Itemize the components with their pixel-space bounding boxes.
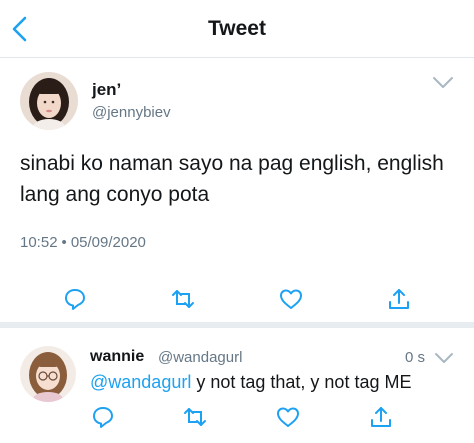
heart-icon — [280, 289, 302, 309]
chevron-down-icon — [433, 77, 453, 88]
reply-author-handle[interactable]: @wandagurl — [158, 349, 242, 366]
reply-avatar[interactable] — [20, 346, 76, 402]
like-button[interactable] — [278, 286, 304, 312]
reply-body: y not tag that, y not tag ME — [191, 372, 412, 392]
reply-icon — [65, 289, 85, 310]
chevron-down-icon — [435, 353, 453, 363]
share-button[interactable] — [386, 286, 412, 312]
avatar[interactable] — [20, 72, 78, 130]
meta-separator: • — [61, 234, 67, 251]
share-icon — [389, 289, 409, 309]
author-handle[interactable]: @jennybiev — [92, 104, 171, 121]
tweet-timestamp: 10:52 • 05/09/2020 — [20, 234, 146, 251]
more-options-button[interactable] — [432, 76, 454, 90]
retweet-button[interactable] — [170, 286, 196, 312]
heart-icon — [277, 407, 299, 427]
mention-link[interactable]: @wandagurl — [90, 372, 191, 392]
top-bar: Tweet — [0, 0, 474, 58]
tweet-actions — [0, 286, 474, 312]
reply-reply-button[interactable] — [90, 404, 116, 430]
avatar-photo — [20, 72, 78, 130]
reply-retweet-button[interactable] — [182, 404, 208, 430]
reply-share-button[interactable] — [368, 404, 394, 430]
share-icon — [371, 407, 391, 427]
tweet-date: 05/09/2020 — [70, 234, 146, 251]
reply-like-button[interactable] — [275, 404, 301, 430]
reply-tweet[interactable]: wannie @wandagurl 0 s @wandagurl y not t… — [0, 334, 474, 443]
retweet-icon — [184, 408, 206, 426]
retweet-icon — [172, 290, 194, 308]
main-tweet: jen’ @jennybiev sinabi ko naman sayo na … — [0, 58, 474, 328]
page-title: Tweet — [208, 17, 266, 40]
tweet-time: 10:52 — [20, 234, 58, 251]
reply-avatar-photo — [20, 346, 76, 402]
reply-author-name[interactable]: wannie — [90, 348, 144, 366]
reply-more-options-button[interactable] — [434, 352, 454, 365]
reply-icon — [93, 407, 113, 428]
reply-text: @wandagurl y not tag that, y not tag ME — [90, 372, 411, 393]
tweet-text: sinabi ko naman sayo na pag english, eng… — [20, 152, 444, 206]
author-name[interactable]: jen’ — [92, 80, 121, 100]
reply-button[interactable] — [62, 286, 88, 312]
reply-timestamp: 0 s — [405, 349, 426, 366]
reply-actions — [0, 404, 474, 430]
